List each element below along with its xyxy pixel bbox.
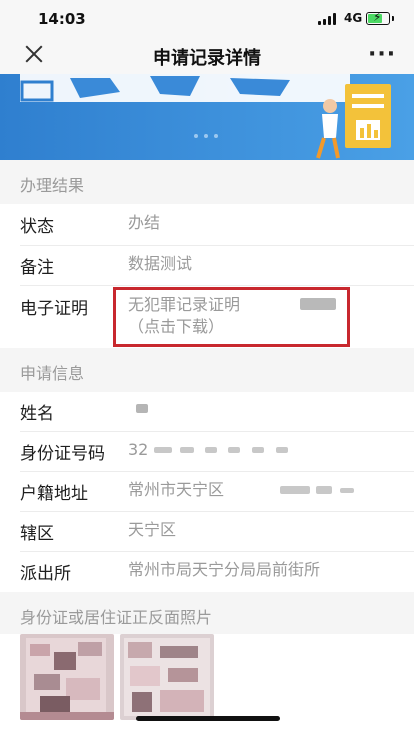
hukou-row: 户籍地址 常州市天宁区	[0, 472, 414, 512]
name-row: 姓名	[0, 392, 414, 432]
home-indicator	[136, 716, 280, 721]
status-label: 状态	[20, 217, 54, 237]
id-number-row: 身份证号码 32	[0, 432, 414, 472]
status-value: 办结	[128, 213, 161, 232]
remark-value: 数据测试	[128, 254, 193, 273]
status-time: 14:03	[38, 10, 86, 28]
remark-row: 备注 数据测试	[0, 246, 414, 286]
signal-icon	[318, 13, 340, 25]
status-bar: 14:03 4G ⚡	[0, 0, 414, 38]
hukou-value: 常州市天宁区	[128, 480, 225, 499]
nav-bar: 申请记录详情 ···	[0, 38, 414, 74]
battery-icon: ⚡	[366, 10, 394, 25]
redacted-address	[316, 486, 332, 494]
certificate-label: 电子证明	[20, 299, 88, 319]
section-header-application: 申请信息	[0, 348, 414, 392]
section-title: 身份证或居住证正反面照片	[20, 608, 213, 627]
police-station-value: 常州市局天宁分局局前街所	[128, 560, 321, 579]
section-header-result: 办理结果	[0, 160, 414, 204]
id-number-label: 身份证号码	[20, 444, 105, 464]
section-title: 申请信息	[20, 364, 85, 383]
network-type: 4G	[344, 11, 363, 25]
redacted-id	[205, 447, 217, 453]
redacted-id	[228, 447, 240, 453]
name-label: 姓名	[20, 404, 54, 424]
redacted-address	[340, 488, 354, 493]
redacted-id	[154, 447, 172, 453]
section-header-photos: 身份证或居住证正反面照片	[0, 592, 414, 634]
redacted-id	[180, 447, 194, 453]
more-icon[interactable]: ···	[368, 42, 396, 67]
redacted-name	[136, 404, 148, 413]
page-title: 申请记录详情	[153, 48, 261, 69]
highlight-box	[113, 287, 350, 347]
remark-label: 备注	[20, 258, 54, 278]
district-label: 辖区	[20, 524, 54, 544]
redacted-address	[280, 486, 310, 494]
district-value: 天宁区	[128, 520, 177, 539]
district-row: 辖区 天宁区	[0, 512, 414, 552]
redacted-id	[252, 447, 264, 453]
id-photo-front[interactable]	[20, 634, 114, 720]
id-photo-back[interactable]	[120, 634, 214, 720]
status-row: 状态 办结	[0, 204, 414, 246]
police-station-row: 派出所 常州市局天宁分局局前街所	[0, 552, 414, 592]
police-station-label: 派出所	[20, 564, 71, 584]
id-number-prefix: 32	[128, 440, 149, 459]
redacted-id	[276, 447, 288, 453]
banner-image	[0, 74, 414, 160]
hukou-label: 户籍地址	[20, 484, 88, 504]
section-title: 办理结果	[20, 176, 85, 195]
